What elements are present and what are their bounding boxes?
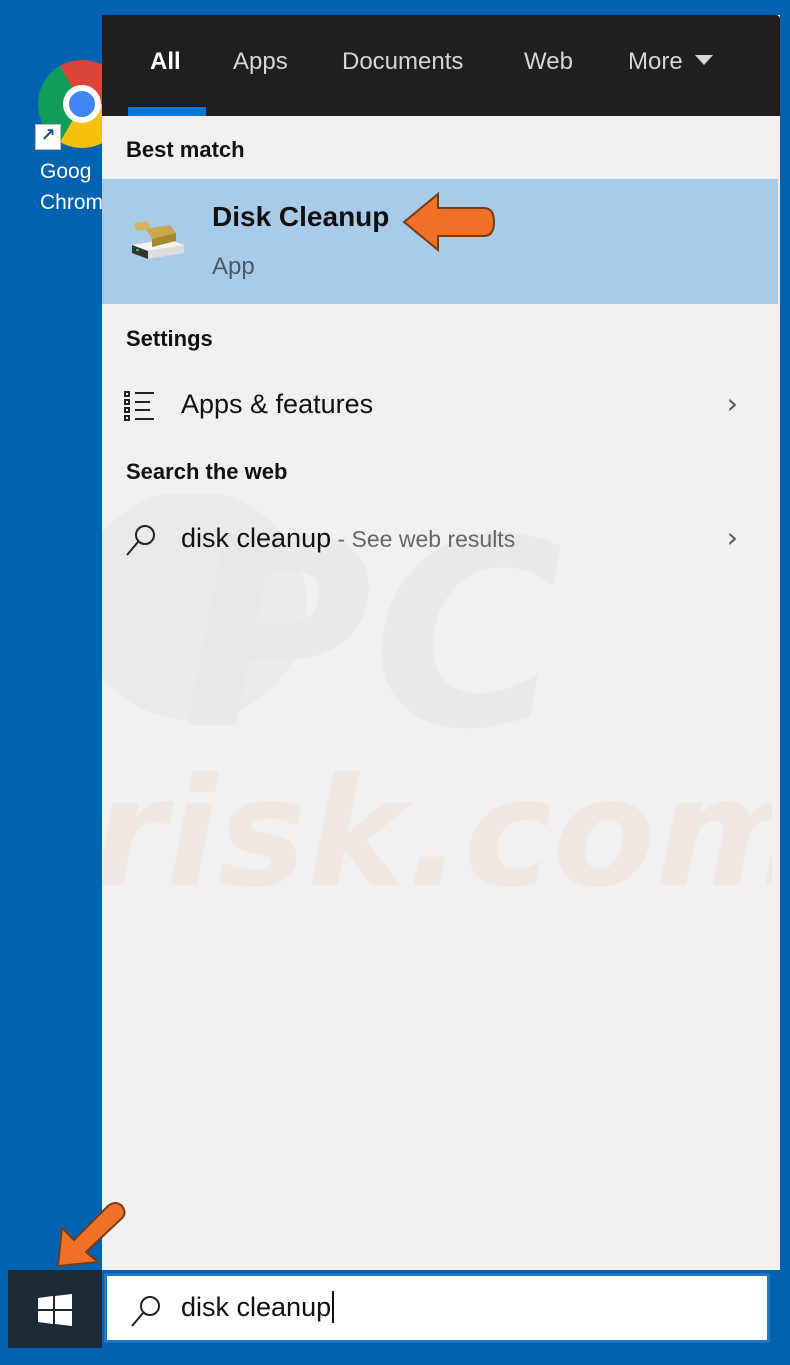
tab-apps[interactable]: Apps xyxy=(233,48,288,76)
start-button[interactable] xyxy=(8,1270,102,1348)
tab-bar: All Apps Documents Web More xyxy=(102,15,780,116)
section-best-match: Best match xyxy=(126,137,245,162)
search-icon xyxy=(126,525,155,556)
chevron-right-icon: › xyxy=(726,521,738,554)
active-tab-indicator xyxy=(128,107,206,116)
best-match-subtitle: App xyxy=(212,253,255,280)
section-settings: Settings xyxy=(126,326,213,351)
search-icon xyxy=(131,1296,160,1327)
tab-web[interactable]: Web xyxy=(524,48,573,76)
result-label: disk cleanup - See web results xyxy=(181,523,515,554)
desktop-icon-label: Goog Chrom xyxy=(40,160,104,214)
section-search-web: Search the web xyxy=(126,459,288,484)
web-query: disk cleanup xyxy=(181,523,332,553)
result-apps-features[interactable]: Apps & features › xyxy=(102,377,778,433)
best-match-disk-cleanup[interactable]: Disk Cleanup App xyxy=(102,179,778,304)
search-results-panel: All Apps Documents Web More PC risk.com … xyxy=(102,15,780,1270)
disk-cleanup-icon xyxy=(132,221,184,259)
chevron-right-icon: › xyxy=(726,387,738,420)
web-suffix: - See web results xyxy=(331,526,516,552)
result-label: Apps & features xyxy=(181,389,374,419)
search-input-value: disk cleanup xyxy=(181,1290,335,1325)
best-match-title: Disk Cleanup xyxy=(212,201,390,232)
tab-all[interactable]: All xyxy=(150,48,181,76)
text-cursor xyxy=(332,1290,335,1323)
tab-more[interactable]: More xyxy=(628,48,713,76)
result-web-search[interactable]: disk cleanup - See web results › xyxy=(102,511,778,567)
tab-more-label: More xyxy=(628,48,683,75)
taskbar-search-input[interactable]: disk cleanup xyxy=(104,1273,770,1343)
shortcut-arrow-icon: ↗ xyxy=(35,124,61,150)
svg-text:risk.com: risk.com xyxy=(102,747,772,895)
list-icon xyxy=(124,391,154,421)
windows-logo-icon xyxy=(38,1294,72,1326)
caret-down-icon xyxy=(694,54,713,65)
tab-documents[interactable]: Documents xyxy=(342,48,463,76)
